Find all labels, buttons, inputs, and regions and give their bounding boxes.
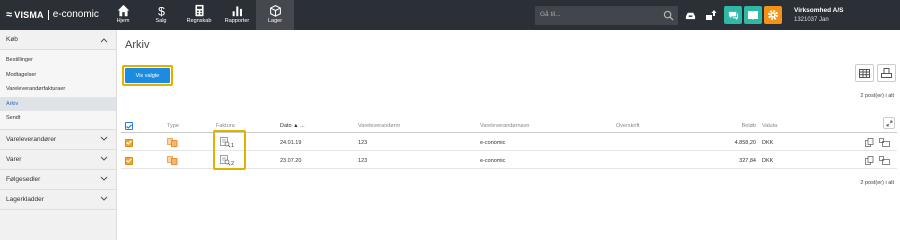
col-overskrift[interactable]: Overskrift (616, 120, 640, 132)
table-icon (859, 68, 870, 78)
upload-button[interactable] (702, 6, 720, 24)
nav-regnskab[interactable]: Regnskab (180, 0, 218, 30)
col-vareleverandornr[interactable]: Vareleverandørnr (358, 120, 400, 132)
nav-lager[interactable]: Lager (256, 0, 294, 30)
record-count-bottom: 2 post(er) i alt (860, 180, 894, 186)
logo[interactable]: ≈ VISMA e-conomic (6, 9, 99, 20)
dollar-icon: $ (158, 4, 165, 17)
main-nav: Hjem $ Salg Regnskab Rapporter Lager (104, 0, 294, 30)
col-belob[interactable]: Beløb (721, 120, 756, 132)
nav-salg[interactable]: $ Salg (142, 0, 180, 30)
section-label: Varer (6, 155, 22, 163)
cell-nr: 123 (358, 157, 368, 164)
col-vareleverandornavn[interactable]: Vareleverandørnavn (480, 120, 529, 132)
section-label: Følgesedler (6, 175, 41, 183)
chat-icon (728, 11, 738, 20)
nav-label: Lager (267, 18, 283, 24)
nav-hjem[interactable]: Hjem (104, 0, 142, 30)
inbox-icon (685, 12, 695, 19)
logo-divider (47, 9, 49, 20)
chevron-down-icon (100, 136, 108, 141)
print-button[interactable] (877, 64, 896, 82)
row-checkbox[interactable] (125, 134, 133, 151)
visma-logo: ≈ VISMA (6, 8, 44, 21)
cell-belob: 4.858,20 (734, 139, 756, 146)
cell-valuta: DKK (762, 157, 774, 164)
chevron-down-icon (100, 176, 108, 181)
col-type[interactable]: Type (167, 120, 179, 132)
bar-chart-icon (232, 6, 242, 17)
chevron-up-icon (100, 37, 108, 42)
nav-label: Regnskab (186, 18, 212, 24)
sidebar-section-lagerkladder[interactable]: Lagerkladder (0, 190, 116, 210)
search-box[interactable]: Gå til... (535, 6, 678, 25)
nav-label: Hjem (116, 18, 130, 24)
sidebar-item-vareleverandorfakturaer[interactable]: Vareleverandørfakturaer (0, 82, 116, 97)
inbox-button[interactable] (681, 6, 699, 24)
sidebar-item-bestillinger[interactable]: Bestillinger (0, 53, 116, 68)
show-selected-button[interactable]: Vis valgte (125, 68, 170, 83)
main-content: Arkiv Vis valgte 2 post(er) i alt Type F… (118, 30, 900, 240)
svg-text:$: $ (158, 4, 165, 17)
sidebar-section-vareleverandorer[interactable]: Vareleverandører (0, 130, 116, 150)
search-placeholder: Gå til... (540, 11, 561, 18)
chevron-down-icon (100, 196, 108, 201)
section-label: Lagerkladder (6, 195, 44, 203)
duplicate-icon[interactable] (879, 152, 890, 169)
user-id: 1321037 Jan (794, 17, 829, 23)
box-icon (269, 5, 281, 17)
book-icon (748, 10, 758, 20)
sidebar: Køb Bestillinger Modtagelser Vareleveran… (0, 30, 117, 240)
search-icon[interactable] (663, 10, 674, 21)
row-checkbox[interactable] (125, 152, 133, 169)
col-valuta[interactable]: Valuta (762, 120, 777, 132)
nav-label: Rapporter (224, 18, 250, 24)
section-label: Vareleverandører (6, 135, 57, 143)
record-count-top: 2 post(er) i alt (860, 93, 894, 99)
select-all-checkbox[interactable] (125, 120, 133, 132)
help-book-button[interactable] (744, 6, 762, 24)
cell-dato: 24.01.19 (280, 139, 302, 146)
sidebar-item-arkiv[interactable]: Arkiv (0, 96, 116, 111)
duplicate-icon[interactable] (879, 134, 890, 151)
table-view-button[interactable] (855, 64, 874, 82)
upload-icon (706, 10, 717, 20)
company-info[interactable]: Virksomhed A/S 1321037 Jan (794, 7, 844, 23)
sidebar-section-varer[interactable]: Varer (0, 150, 116, 170)
top-bar: ≈ VISMA e-conomic Hjem $ Salg Regnskab Ra… (0, 0, 900, 30)
chat-button[interactable] (724, 6, 742, 24)
home-icon (117, 4, 129, 17)
sidebar-item-sendt[interactable]: Sendt (0, 111, 116, 126)
nav-rapporter[interactable]: Rapporter (218, 0, 256, 30)
faktura-highlight-box (213, 130, 246, 170)
calculator-icon (194, 4, 204, 17)
cell-navn: e-conomic (480, 139, 506, 146)
printer-icon (881, 67, 892, 78)
copy-icon[interactable] (865, 134, 874, 151)
company-name: Virksomhed A/S (794, 7, 844, 14)
sidebar-section-kob[interactable]: Køb (0, 30, 116, 50)
document-type-icon (167, 152, 178, 169)
product-name: e-conomic (52, 9, 99, 20)
copy-icon[interactable] (865, 152, 874, 169)
cell-nr: 123 (358, 139, 368, 146)
gear-icon (768, 10, 778, 20)
expand-icon (886, 120, 892, 126)
cell-dato: 23.07.20 (280, 157, 302, 164)
cell-belob: 327,84 (739, 157, 756, 164)
page-title: Arkiv (125, 39, 150, 51)
chevron-down-icon (100, 156, 108, 161)
sidebar-submenu: Bestillinger Modtagelser Vareleverandørf… (0, 50, 116, 130)
settings-button[interactable] (764, 6, 782, 24)
document-type-icon (167, 134, 178, 151)
cell-navn: e-conomic (480, 157, 506, 164)
sidebar-item-modtagelser[interactable]: Modtagelser (0, 68, 116, 83)
nav-label: Salg (155, 18, 167, 24)
section-label: Køb (6, 36, 18, 43)
cell-valuta: DKK (762, 139, 774, 146)
sidebar-section-folgesedler[interactable]: Følgesedler (0, 170, 116, 190)
expand-button[interactable] (883, 117, 895, 129)
col-dato[interactable]: Dato ▲ ... (280, 120, 305, 132)
